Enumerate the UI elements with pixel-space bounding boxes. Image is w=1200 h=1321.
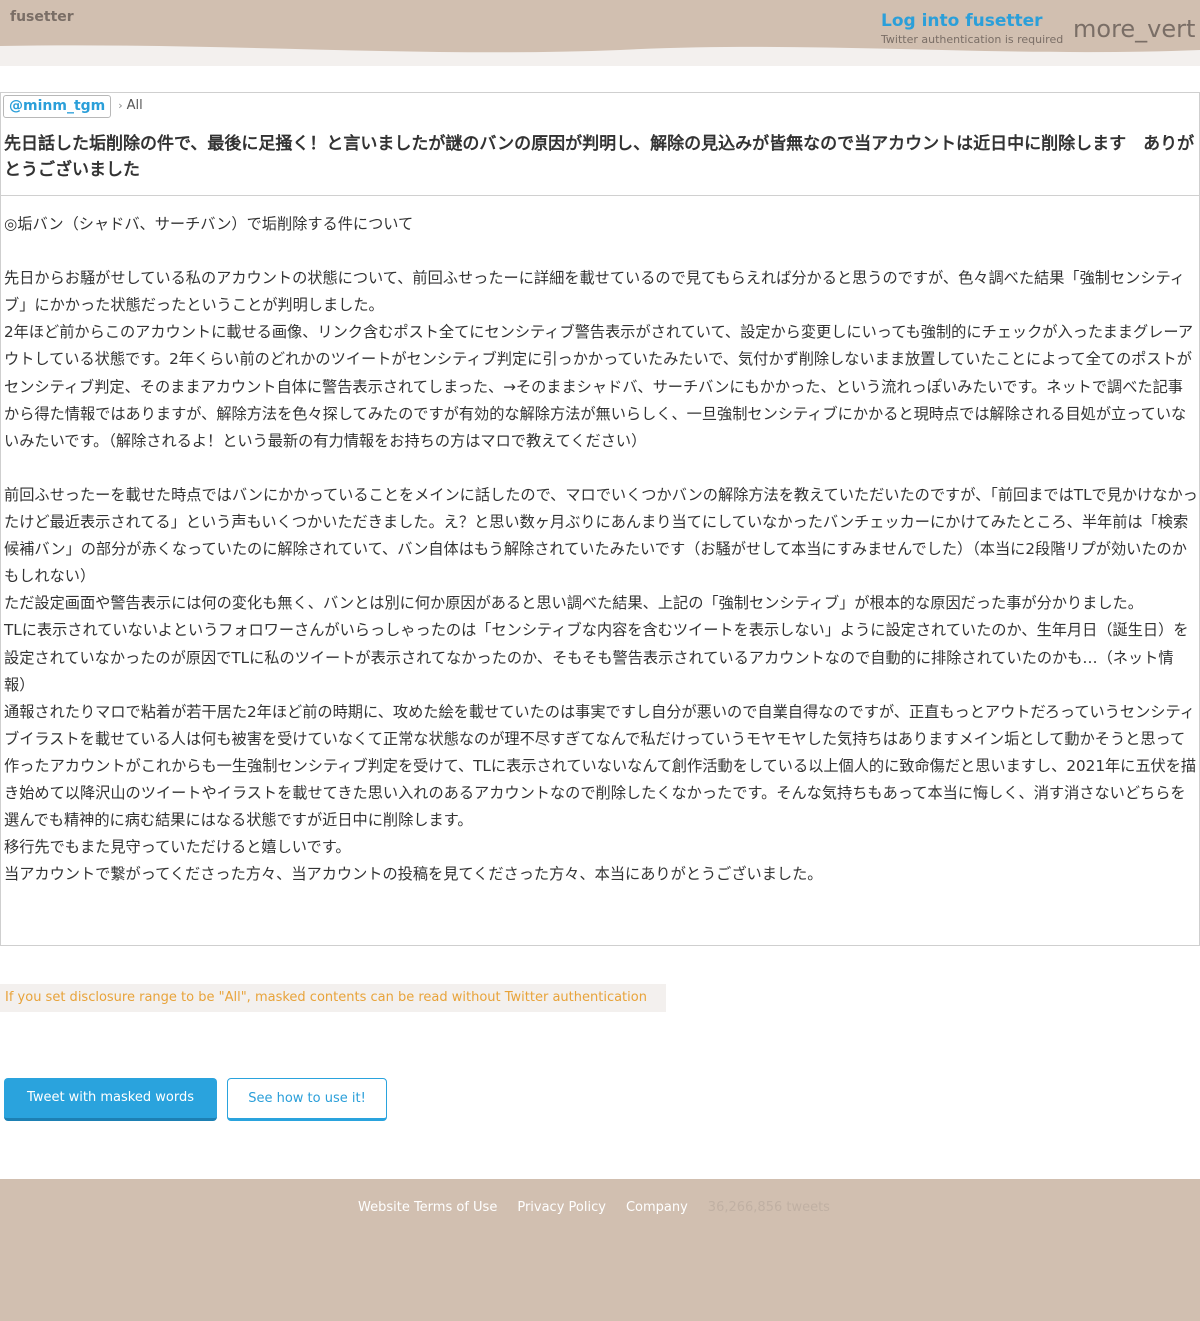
tweet-masked-button[interactable]: Tweet with masked words [4, 1078, 217, 1121]
post-card: @minm_tgm › All 先日話した垢削除の件で、最後に足掻く！と言いましたが… [0, 92, 1200, 946]
post-meta: @minm_tgm › All [3, 95, 143, 119]
login-box: Log into fusetter Twitter authentication… [881, 10, 1063, 48]
privacy-link[interactable]: Privacy Policy [517, 1200, 606, 1216]
disclosure-note: If you set disclosure range to be "All",… [0, 984, 666, 1012]
more-vert-icon[interactable]: more_vert [1073, 14, 1195, 44]
how-to-use-button[interactable]: See how to use it! [227, 1078, 387, 1121]
disclosure-scope: All [126, 98, 143, 113]
footer: Website Terms of Use Privacy Policy Compan… [0, 1179, 1200, 1321]
login-subtext: Twitter authentication is required [881, 33, 1064, 46]
post-body: ◎垢バン（シャドバ、サーチバン）で垢削除する件について 先日からお騒がせしている… [4, 215, 1198, 884]
login-link[interactable]: Log into fusetter [881, 10, 1063, 32]
tweet-count: 36,266,856 tweets [707, 1200, 830, 1215]
post-title: 先日話した垢削除の件で、最後に足掻く！と言いましたが謎のバンの原因が判明し、解除… [4, 134, 1195, 180]
footer-links: Website Terms of Use Privacy Policy Compan… [358, 1200, 830, 1216]
header: fusetter Log into fusetter Twitter authe… [0, 0, 1200, 66]
terms-link[interactable]: Website Terms of Use [358, 1200, 497, 1216]
site-logo[interactable]: fusetter [10, 9, 74, 25]
title-divider [1, 195, 1199, 196]
company-link[interactable]: Company [626, 1200, 688, 1216]
breadcrumb-separator: › [118, 99, 123, 112]
user-tag[interactable]: @minm_tgm [3, 95, 112, 118]
